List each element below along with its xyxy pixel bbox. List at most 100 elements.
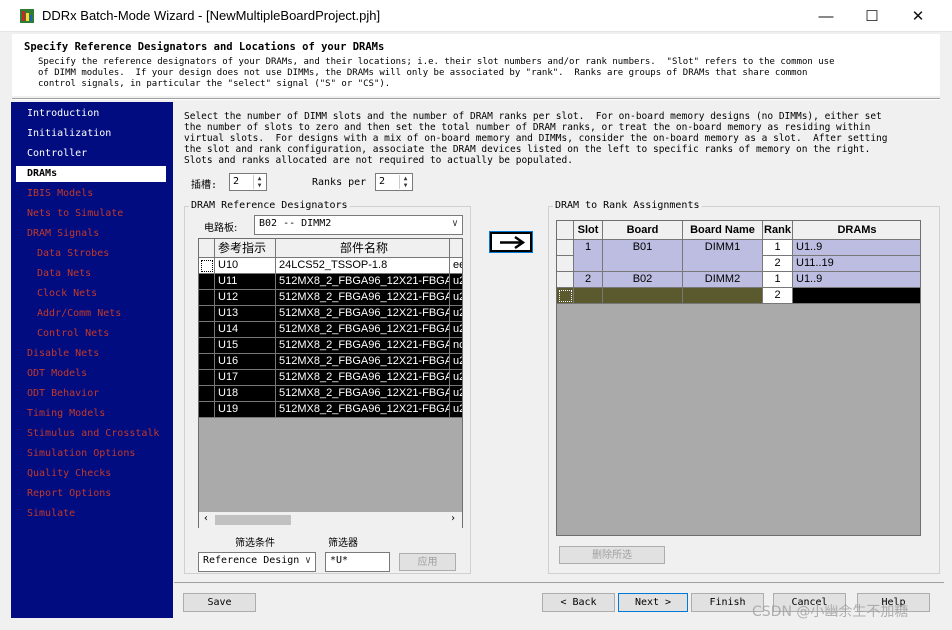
col-header-ref[interactable]: 参考指示 — [215, 239, 276, 258]
cell-slot[interactable]: 2 — [574, 272, 603, 288]
col-header-extra[interactable] — [450, 239, 462, 258]
scroll-right-icon[interactable]: › — [450, 513, 456, 524]
row-header[interactable] — [199, 354, 215, 370]
cell-slot[interactable]: 1 — [574, 240, 603, 272]
nav-item[interactable]: Data Nets — [37, 268, 91, 280]
cell-rank[interactable]: 1 — [763, 240, 793, 256]
nav-item[interactable]: Quality Checks — [27, 468, 111, 480]
cell-part[interactable]: 512MX8_2_FBGA96_12X21-FBGA9 — [276, 402, 450, 418]
down-arrow-icon[interactable]: ▼ — [254, 182, 265, 189]
nav-item[interactable]: DRAM Signals — [27, 228, 99, 240]
scroll-thumb[interactable] — [215, 515, 291, 525]
down-arrow-icon[interactable]: ▼ — [400, 182, 411, 189]
cell-part[interactable]: 512MX8_2_FBGA96_12X21-FBGA9 — [276, 370, 450, 386]
row-header[interactable] — [199, 322, 215, 338]
cell-slot[interactable] — [574, 288, 603, 304]
cell-ref[interactable]: U11 — [215, 274, 276, 290]
cell-extra[interactable]: ee — [450, 258, 462, 274]
cell-board[interactable]: B02 — [603, 272, 683, 288]
ranks-updown[interactable]: ▲ ▼ — [399, 175, 411, 189]
cell-extra[interactable]: u2 — [450, 386, 462, 402]
apply-filter-button[interactable]: 应用 — [399, 553, 456, 571]
nav-item[interactable]: Clock Nets — [37, 288, 97, 300]
cell-ref[interactable]: U12 — [215, 290, 276, 306]
cell-extra[interactable]: u2 — [450, 306, 462, 322]
table-row[interactable]: U15512MX8_2_FBGA96_12X21-FBGA9nc — [199, 338, 462, 354]
cell-ref[interactable]: U10 — [215, 258, 276, 274]
up-arrow-icon[interactable]: ▲ — [400, 175, 411, 182]
nav-item[interactable]: ODT Models — [27, 368, 87, 380]
nav-item[interactable]: Nets to Simulate — [27, 208, 123, 220]
cell-drams[interactable] — [793, 288, 920, 304]
row-header[interactable] — [199, 370, 215, 386]
table-row[interactable]: U17512MX8_2_FBGA96_12X21-FBGA9u2 — [199, 370, 462, 386]
table-row[interactable]: U11512MX8_2_FBGA96_12X21-FBGA9u2 — [199, 274, 462, 290]
col-header-board-name[interactable]: Board Name — [683, 221, 763, 240]
cell-board-name[interactable]: DIMM1 — [683, 240, 763, 272]
table-row[interactable]: U14512MX8_2_FBGA96_12X21-FBGA9u2 — [199, 322, 462, 338]
cell-part[interactable]: 512MX8_2_FBGA96_12X21-FBGA9 — [276, 354, 450, 370]
slots-spinner[interactable]: 2 ▲ ▼ — [229, 173, 267, 191]
assign-arrow-button[interactable] — [489, 231, 533, 253]
nav-item[interactable]: Simulation Options — [27, 448, 135, 460]
nav-item[interactable]: Report Options — [27, 488, 111, 500]
cell-drams[interactable]: U1..9 — [793, 272, 920, 288]
nav-item[interactable]: Timing Models — [27, 408, 105, 420]
nav-item[interactable]: Data Strobes — [37, 248, 109, 260]
cell-rank[interactable]: 2 — [763, 256, 793, 272]
row-header[interactable] — [557, 272, 574, 288]
row-header[interactable] — [199, 306, 215, 322]
nav-item[interactable]: Initialization — [27, 128, 111, 140]
cell-extra[interactable]: u2 — [450, 354, 462, 370]
col-header-part[interactable]: 部件名称 — [276, 239, 450, 258]
cell-ref[interactable]: U13 — [215, 306, 276, 322]
row-header[interactable] — [557, 240, 574, 256]
table-row[interactable]: U19512MX8_2_FBGA96_12X21-FBGA9u2 — [199, 402, 462, 418]
nav-item[interactable]: Simulate — [27, 508, 75, 520]
nav-item[interactable]: Addr/Comm Nets — [37, 308, 121, 320]
col-header-rank[interactable]: Rank — [763, 221, 793, 240]
filter-condition-select[interactable]: Reference Design ∨ — [198, 552, 316, 572]
col-header-board[interactable]: Board — [603, 221, 683, 240]
cell-part[interactable]: 512MX8_2_FBGA96_12X21-FBGA9 — [276, 386, 450, 402]
cell-part[interactable]: 512MX8_2_FBGA96_12X21-FBGA9 — [276, 322, 450, 338]
table-row[interactable]: U18512MX8_2_FBGA96_12X21-FBGA9u2 — [199, 386, 462, 402]
delete-selected-button[interactable]: 删除所选 — [559, 546, 665, 564]
cell-extra[interactable]: nc — [450, 338, 462, 354]
maximize-button[interactable]: ☐ — [849, 0, 895, 32]
cell-ref[interactable]: U16 — [215, 354, 276, 370]
rank-assignments-grid[interactable]: Slot Board Board Name Rank DRAMs 1 B01 DIM… — [556, 220, 921, 536]
nav-item[interactable]: ODT Behavior — [27, 388, 99, 400]
cell-part[interactable]: 512MX8_2_FBGA96_12X21-FBGA9 — [276, 274, 450, 290]
cell-ref[interactable]: U18 — [215, 386, 276, 402]
nav-item[interactable]: Controller — [27, 148, 87, 160]
scroll-left-icon[interactable]: ‹ — [203, 513, 209, 524]
back-button[interactable]: < Back — [542, 593, 615, 612]
row-header[interactable] — [557, 256, 574, 272]
cell-rank[interactable]: 1 — [763, 272, 793, 288]
nav-item[interactable]: Introduction — [27, 108, 99, 120]
next-button[interactable]: Next > — [618, 593, 688, 612]
cell-part[interactable]: 24LCS52_TSSOP-1.8 — [276, 258, 450, 274]
slots-updown[interactable]: ▲ ▼ — [253, 175, 265, 189]
save-button[interactable]: Save — [183, 593, 256, 612]
ranks-spinner[interactable]: 2 ▲ ▼ — [375, 173, 413, 191]
cell-extra[interactable]: u2 — [450, 274, 462, 290]
nav-item[interactable]: DRAMs — [27, 168, 57, 180]
minimize-button[interactable]: — — [803, 0, 849, 32]
nav-item[interactable]: Stimulus and Crosstalk — [27, 428, 159, 440]
ref-designators-grid[interactable]: 参考指示 部件名称 U1024LCS52_TSSOP-1.8eeU11512MX… — [198, 238, 463, 528]
cell-board[interactable] — [603, 288, 683, 304]
row-header[interactable] — [557, 288, 574, 304]
cell-ref[interactable]: U15 — [215, 338, 276, 354]
cell-drams[interactable]: U1..9 — [793, 240, 920, 256]
cell-drams[interactable]: U11..19 — [793, 256, 920, 272]
cell-extra[interactable]: u2 — [450, 290, 462, 306]
cell-board[interactable]: B01 — [603, 240, 683, 272]
cell-part[interactable]: 512MX8_2_FBGA96_12X21-FBGA9 — [276, 338, 450, 354]
up-arrow-icon[interactable]: ▲ — [254, 175, 265, 182]
cell-ref[interactable]: U19 — [215, 402, 276, 418]
table-row[interactable]: U16512MX8_2_FBGA96_12X21-FBGA9u2 — [199, 354, 462, 370]
cell-extra[interactable]: u2 — [450, 370, 462, 386]
close-button[interactable]: ✕ — [895, 0, 941, 32]
